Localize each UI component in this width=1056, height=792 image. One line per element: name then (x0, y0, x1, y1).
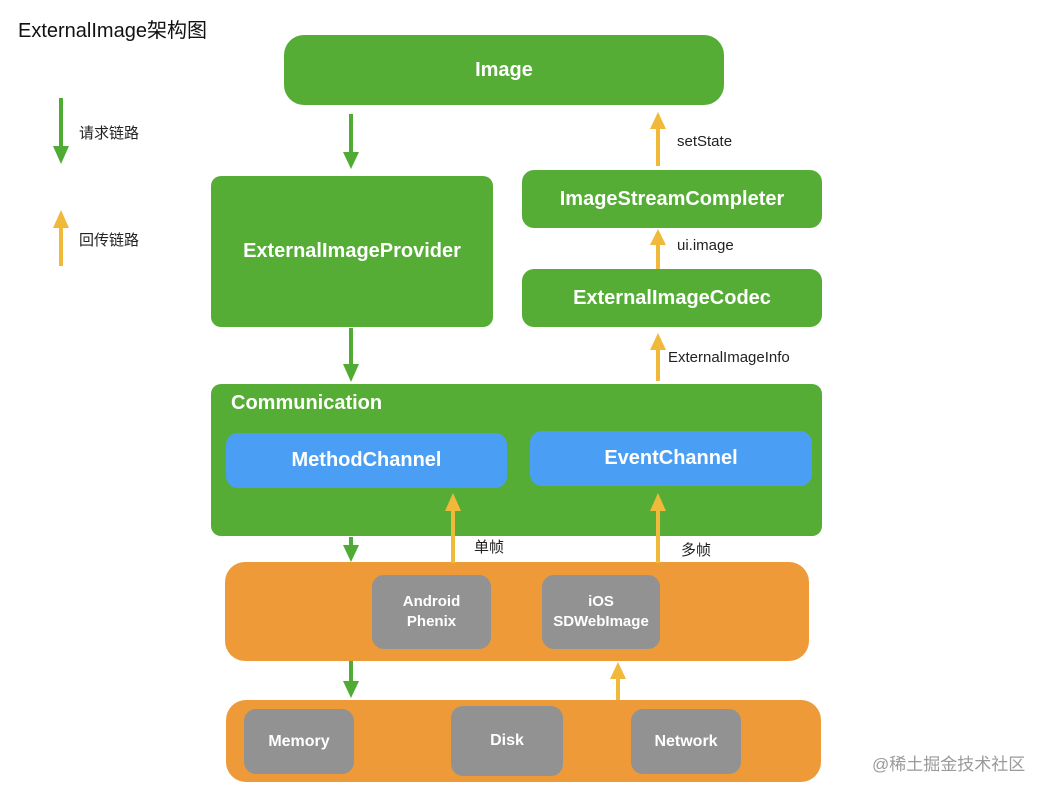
external-image-provider-node: ExternalImageProvider (211, 176, 493, 327)
memory-node: Memory (244, 709, 354, 774)
disk-node: Disk (451, 706, 563, 776)
external-image-codec-label: ExternalImageCodec (573, 286, 771, 309)
event-channel-node: EventChannel (530, 431, 812, 486)
storage-layer-container: Memory Disk Network (226, 700, 821, 782)
communication-container: Communication MethodChannel EventChannel (211, 384, 822, 536)
arrow-communication-to-native-icon (343, 537, 359, 562)
image-stream-completer-node: ImageStreamCompleter (522, 170, 822, 228)
image-stream-completer-label: ImageStreamCompleter (559, 187, 785, 210)
network-node: Network (631, 709, 741, 774)
memory-label: Memory (268, 732, 330, 750)
communication-label: Communication (231, 392, 383, 414)
legend-callback-label: 回传链路 (79, 232, 140, 249)
arrow-completer-to-image-icon (650, 112, 666, 166)
watermark: @稀土掘金技术社区 (872, 755, 1026, 774)
arrow-storage-to-native-icon (610, 662, 626, 700)
edge-label-single-frame: 单帧 (474, 539, 505, 556)
android-phenix-node: Android Phenix (372, 575, 491, 649)
arrow-image-to-provider-icon (343, 114, 359, 169)
arrow-native-to-storage-icon (343, 661, 359, 698)
edge-label-external-image-info: ExternalImageInfo (668, 349, 790, 366)
ios-sdwebimage-label-line1: iOS (588, 593, 614, 610)
android-phenix-label-line1: Android (402, 593, 461, 610)
edge-label-set-state: setState (677, 133, 733, 150)
disk-label: Disk (490, 732, 524, 749)
arrow-native-to-event-channel-icon (650, 493, 666, 563)
ios-sdwebimage-node: iOS SDWebImage (542, 575, 660, 649)
arrow-native-to-method-channel-icon (445, 493, 461, 563)
native-layer-container: Android Phenix iOS SDWebImage (225, 562, 809, 661)
android-phenix-label-line2: Phenix (406, 613, 457, 630)
legend-callback-arrow-icon (53, 210, 69, 266)
arrow-provider-to-communication-icon (343, 328, 359, 382)
ios-sdwebimage-label-line2: SDWebImage (553, 613, 649, 630)
network-label: Network (654, 732, 718, 750)
legend-request-arrow-icon (53, 98, 69, 164)
external-image-codec-node: ExternalImageCodec (522, 269, 822, 327)
edge-label-ui-image: ui.image (677, 237, 734, 254)
arrow-codec-to-completer-icon (650, 229, 666, 269)
method-channel-label: MethodChannel (291, 449, 442, 471)
event-channel-label: EventChannel (604, 447, 738, 469)
edge-label-multi-frame: 多帧 (681, 542, 712, 559)
image-node-label: Image (475, 58, 533, 81)
diagram-title: ExternalImage架构图 (18, 20, 207, 42)
legend-request-label: 请求链路 (79, 125, 140, 142)
arrow-communication-to-codec-icon (650, 333, 666, 381)
external-image-provider-label: ExternalImageProvider (243, 240, 461, 262)
image-node: Image (284, 35, 724, 105)
method-channel-node: MethodChannel (226, 433, 507, 488)
